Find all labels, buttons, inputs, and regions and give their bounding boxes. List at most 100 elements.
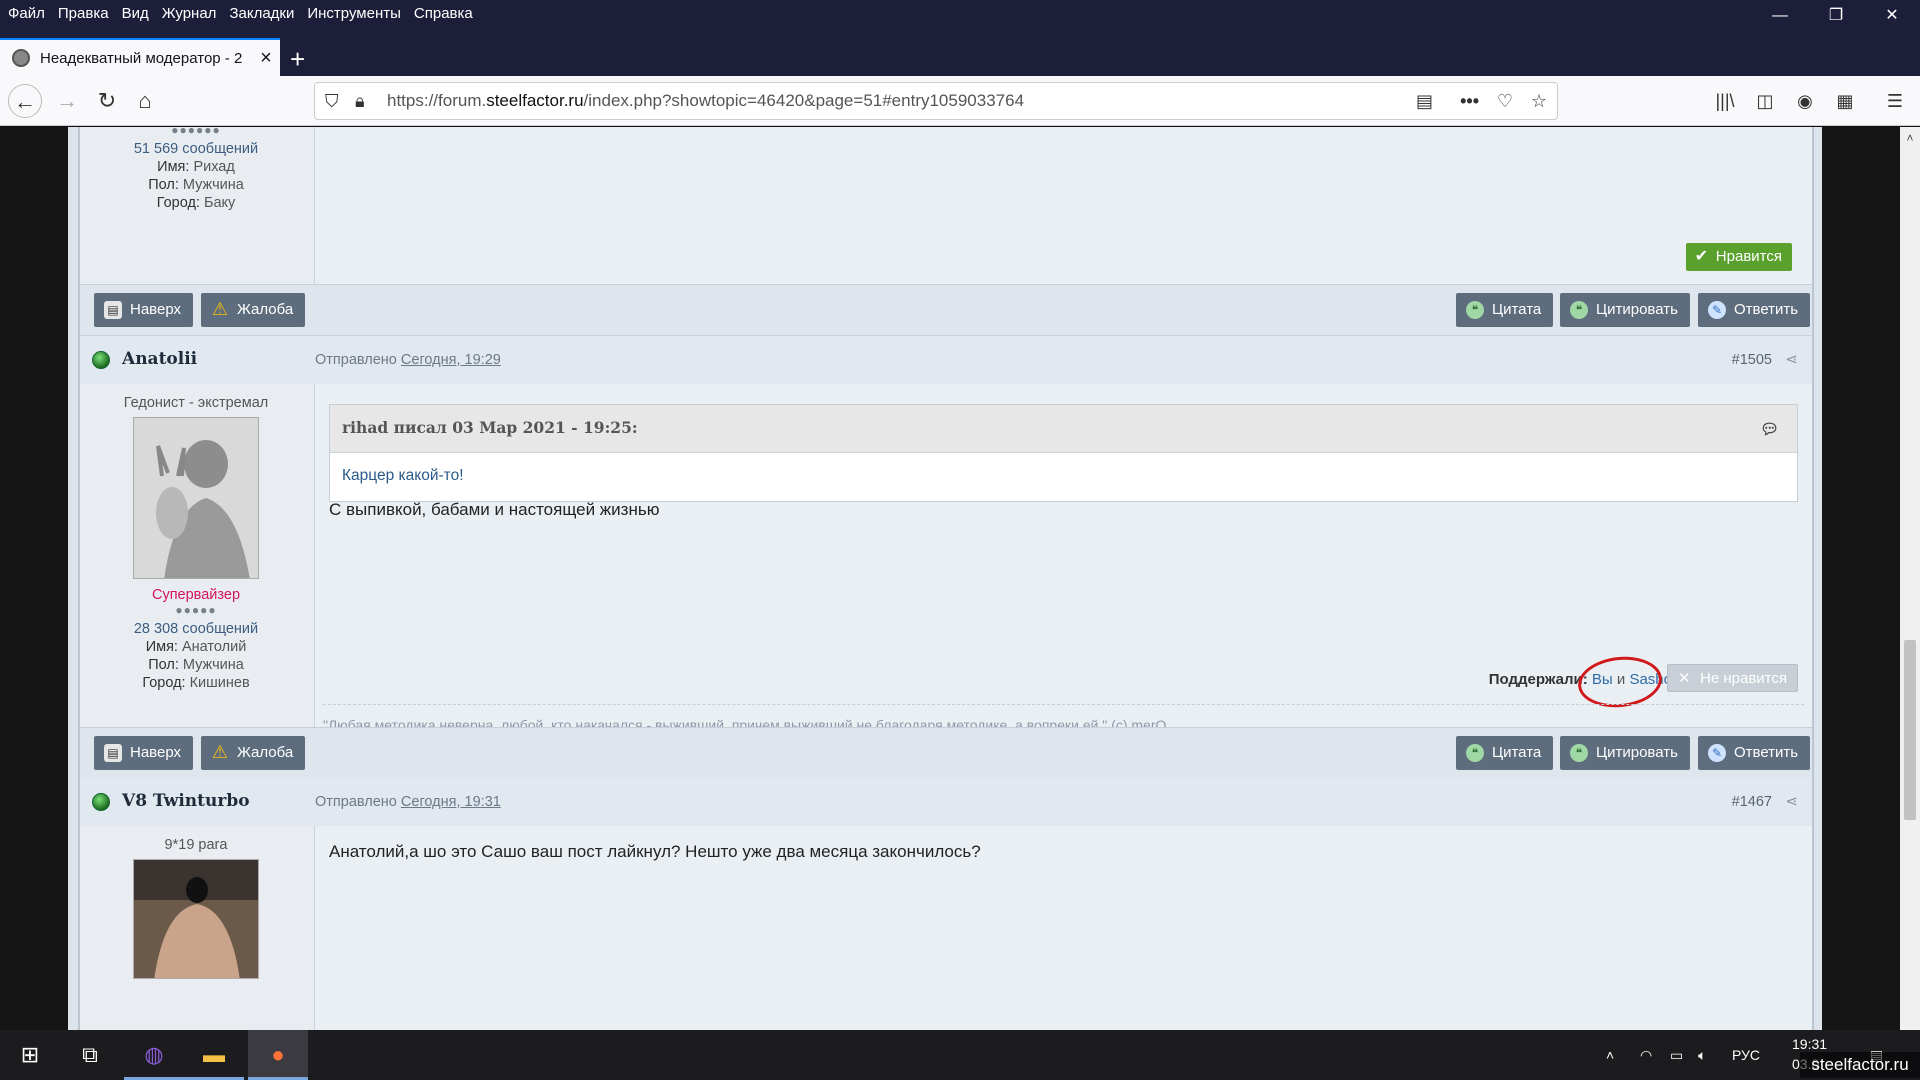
quote-comments-icon[interactable]: 💬︎ [1760, 406, 1779, 452]
share-icon[interactable]: ⋖ [1785, 350, 1798, 368]
report-button[interactable]: ⚠ Жалоба [201, 736, 306, 770]
scroll-up-icon[interactable]: ˄ [1900, 131, 1920, 145]
post-header: Anatolii Отправлено Сегодня, 19:29 #1505… [80, 336, 1812, 384]
url-bar[interactable]: ⛉ 🔒︎ https://forum.steelfactor.ru/index.… [314, 82, 1558, 120]
post-number[interactable]: #1467 [1732, 794, 1772, 810]
post-count: 28 308 сообщений [133, 621, 259, 637]
page-icon: ▤ [104, 744, 122, 762]
post-content: rihad писал 03 Мар 2021 - 19:25: 💬︎ Карце… [314, 384, 1812, 733]
restore-icon[interactable]: ❐ [1808, 0, 1864, 26]
firefox-icon[interactable]: ● [248, 1030, 308, 1080]
menu-bookmarks[interactable]: Закладки [229, 5, 294, 22]
name-row: Имя: Рихад [157, 159, 235, 175]
menu-bar: Файл Правка Вид Журнал Закладки Инструме… [0, 0, 1920, 26]
pocket-icon[interactable]: ♡ [1497, 83, 1513, 119]
home-icon[interactable]: ⌂ [128, 84, 162, 118]
forward-icon[interactable]: → [50, 84, 84, 118]
task-view-icon[interactable]: ⧉ [60, 1030, 120, 1080]
prev-post-content: Нравится [314, 127, 1812, 284]
rank-dots: ●●●●● [175, 603, 217, 617]
menu-history[interactable]: Журнал [162, 5, 217, 22]
forum-inner: ●●●●●● 51 569 сообщений Имя: Рихад Пол: … [78, 127, 1814, 1030]
url-text: https://forum.steelfactor.ru/index.php?s… [387, 91, 1025, 110]
user-rank: Супервайзер [151, 587, 241, 603]
page-icon: ▤ [104, 301, 122, 319]
post-date: Отправлено Сегодня, 19:29 [315, 352, 501, 368]
post-count: 51 569 сообщений [133, 141, 259, 157]
close-tab-icon[interactable]: × [252, 47, 280, 70]
quote-button[interactable]: ❝ Цитировать [1560, 293, 1690, 327]
scrollbar[interactable]: ˄ [1900, 127, 1920, 1030]
tray-chevron-icon[interactable]: ˄ [1606, 1030, 1614, 1080]
menu-help[interactable]: Справка [414, 5, 473, 22]
volume-icon[interactable]: 🔈︎ [1698, 1030, 1706, 1080]
author-info: 9*19 para [80, 837, 312, 979]
close-window-icon[interactable]: ✕ [1864, 0, 1920, 26]
post-date: Отправлено Сегодня, 19:31 [315, 794, 501, 810]
watermark: steelfactor.ru [1800, 1052, 1920, 1078]
post-author[interactable]: Anatolii [122, 349, 197, 369]
language-indicator[interactable]: РУС [1732, 1030, 1760, 1080]
new-tab-icon[interactable]: + [290, 44, 305, 75]
prev-author-info: ●●●●●● 51 569 сообщений Имя: Рихад Пол: … [80, 127, 312, 211]
avatar[interactable] [133, 417, 259, 579]
minimize-icon[interactable]: — [1752, 0, 1808, 26]
author-info: Гедонист - экстремал Супервайзер ●●●●● 2… [80, 395, 312, 691]
share-icon[interactable]: ⋖ [1785, 792, 1798, 810]
nav-bar: ← → ↻ ⌂ ⛉ 🔒︎ https://forum.steelfactor.r… [0, 76, 1920, 126]
shield-icon[interactable]: ⛉ [325, 83, 339, 119]
taskbar: ⊞ ⧉ ◍ ▬ ● ˄ ◠ ▭ 🔈︎ РУС 19:3103.0 ▤ [0, 1030, 1920, 1080]
annotation-circle [1575, 652, 1665, 712]
top-button[interactable]: ▤ Наверх [94, 736, 193, 770]
top-button[interactable]: ▤ Наверх [94, 293, 193, 327]
tab-active[interactable]: Неадекватный модератор - 2 × [0, 38, 280, 76]
scrollbar-thumb[interactable] [1904, 640, 1916, 820]
like-button[interactable]: Нравится [1685, 243, 1792, 271]
multiquote-icon: ❝ [1570, 301, 1588, 319]
wifi-icon[interactable]: ◠ [1640, 1030, 1652, 1080]
sidebar-icon[interactable]: ◫ [1748, 84, 1782, 118]
rank-dots: ●●●●●● [171, 127, 221, 137]
tab-title: Неадекватный модератор - 2 [40, 49, 243, 67]
favicon-icon [12, 49, 30, 67]
report-button[interactable]: ⚠ Жалоба [201, 293, 306, 327]
viber-icon[interactable]: ◍ [124, 1030, 184, 1080]
citation-button[interactable]: ❝ Цитата [1456, 736, 1554, 770]
reply-button[interactable]: ✎ Ответить [1698, 736, 1811, 770]
quote-header: rihad писал 03 Мар 2021 - 19:25: 💬︎ [330, 405, 1797, 453]
reply-icon: ✎ [1708, 301, 1726, 319]
lock-icon[interactable]: 🔒︎ [355, 83, 365, 119]
account-icon[interactable]: ◉ [1788, 84, 1822, 118]
post-author[interactable]: V8 Twinturbo [122, 791, 250, 811]
reload-icon[interactable]: ↻ [90, 84, 124, 118]
back-icon[interactable]: ← [8, 84, 42, 118]
windows-start-icon[interactable]: ⊞ [0, 1030, 60, 1080]
quote-button[interactable]: ❝ Цитировать [1560, 736, 1690, 770]
more-actions-icon[interactable]: ••• [1460, 83, 1479, 119]
file-explorer-icon[interactable]: ▬ [184, 1030, 244, 1080]
apps-grid-icon[interactable]: ▦ [1828, 84, 1862, 118]
hamburger-menu-icon[interactable]: ☰ [1878, 84, 1912, 118]
quote-text: Карцер какой-то! [342, 467, 464, 484]
warning-icon: ⚠ [211, 299, 229, 319]
citation-button[interactable]: ❝ Цитата [1456, 293, 1554, 327]
tab-bar: Неадекватный модератор - 2 × + [0, 26, 1920, 76]
battery-icon[interactable]: ▭ [1670, 1030, 1683, 1080]
reader-view-icon[interactable]: ▤ [1416, 83, 1433, 119]
library-icon[interactable]: |||\ [1708, 84, 1742, 118]
post-number[interactable]: #1505 [1732, 352, 1772, 368]
menu-file[interactable]: Файл [8, 5, 45, 22]
dislike-button[interactable]: Не нравится [1667, 664, 1798, 693]
menu-view[interactable]: Вид [122, 5, 149, 22]
warning-icon: ⚠ [211, 742, 229, 762]
post-actions-row: ▤ Наверх ⚠ Жалоба ❝ Цитата ❝ Цитировать ✎ Отв… [80, 727, 1812, 779]
avatar[interactable] [133, 859, 259, 979]
gender-row: Пол: Мужчина [148, 177, 244, 193]
quote-bubble-icon: ❝ [1466, 301, 1484, 319]
post-header: V8 Twinturbo Отправлено Сегодня, 19:31 #… [80, 778, 1812, 826]
bookmark-star-icon[interactable]: ☆ [1531, 83, 1547, 119]
menu-edit[interactable]: Правка [58, 5, 109, 22]
reply-icon: ✎ [1708, 744, 1726, 762]
menu-tools[interactable]: Инструменты [307, 5, 401, 22]
reply-button[interactable]: ✎ Ответить [1698, 293, 1811, 327]
